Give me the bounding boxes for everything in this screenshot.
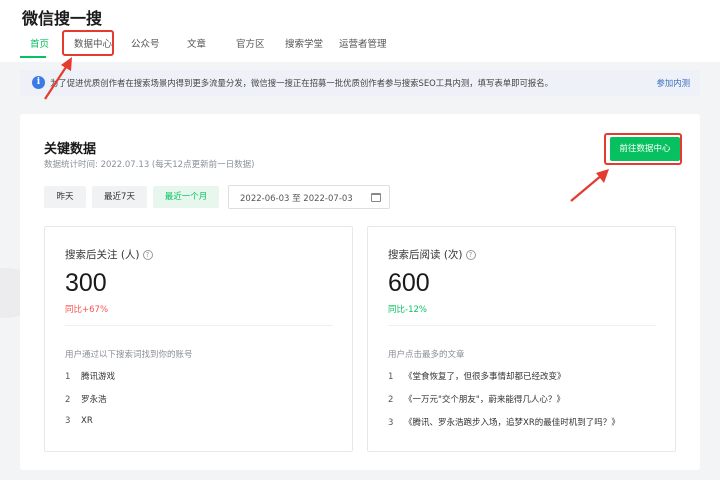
info-icon: i [32, 76, 45, 89]
notice-banner: i 为了促进优质创作者在搜索场景内得到更多流量分发，微信搜一搜正在招募一批优质创… [20, 70, 700, 96]
stat-title: 搜索后阅读 (次)? [388, 247, 476, 262]
divider [388, 325, 656, 326]
list-item-number: 3 [388, 418, 394, 428]
goto-button-highlight [604, 133, 682, 165]
section-title: 关键数据 [44, 142, 97, 157]
range-month-button[interactable]: 最近一个月 [153, 186, 219, 208]
app-title: 微信搜一搜 [22, 9, 103, 28]
tab-search-academy[interactable]: 搜索学堂 [285, 36, 323, 50]
active-tab-indicator [20, 56, 46, 58]
list-item-text: 《一万元"交个朋友"，蔚来能得几人心？》 [404, 395, 565, 405]
notice-text: 为了促进优质创作者在搜索场景内得到更多流量分发，微信搜一搜正在招募一批优质创作者… [50, 78, 553, 88]
stat-title-label: 搜索后关注 (人) [65, 249, 140, 261]
key-data-panel: 关键数据 数据统计时间: 2022.07.13 (每天12点更新前一日数据) 前… [20, 114, 700, 470]
list-item[interactable]: 2 《一万元"交个朋友"，蔚来能得几人心？》 [388, 393, 565, 405]
list-item[interactable]: 1 《堂食恢复了，但很多事情却都已经改变》 [388, 370, 566, 382]
stats-timestamp: 数据统计时间: 2022.07.13 (每天12点更新前一日数据) [44, 160, 255, 170]
read-stat-card: 搜索后阅读 (次)? 600 同比-12% 用户点击最多的文章 1 《堂食恢复了，… [367, 226, 676, 452]
tab-operator-management[interactable]: 运营者管理 [339, 36, 387, 50]
tab-official-zone[interactable]: 官方区 [236, 36, 265, 50]
divider [65, 325, 333, 326]
list-item[interactable]: 1 腾讯游戏 [65, 370, 115, 382]
list-item-number: 2 [388, 395, 394, 405]
stat-value: 600 [388, 269, 430, 297]
list-item-number: 1 [65, 372, 71, 382]
stat-title: 搜索后关注 (人)? [65, 247, 153, 262]
join-beta-link[interactable]: 参加内测 [657, 77, 691, 89]
list-item-number: 2 [65, 395, 71, 405]
data-center-tab-highlight [62, 30, 114, 56]
tab-official-account[interactable]: 公众号 [131, 36, 160, 50]
list-item[interactable]: 3 《腾讯、罗永浩跑步入场，追梦XR的最佳时机到了吗？》 [388, 416, 620, 428]
list-item-text: 腾讯游戏 [81, 372, 116, 382]
follow-stat-card: 搜索后关注 (人)? 300 同比+67% 用户通过以下搜索词找到你的账号 1腾… [44, 226, 353, 452]
stat-change: 同比+67% [65, 305, 109, 315]
list-item-number: 1 [388, 372, 394, 382]
help-icon[interactable]: ? [465, 250, 476, 260]
date-range-text: 2022-06-03 至 2022-07-03 [240, 194, 353, 204]
list-item-text: 罗永浩 [81, 395, 107, 405]
stat-title-label: 搜索后阅读 (次) [388, 249, 463, 261]
calendar-icon [371, 193, 381, 202]
stat-change: 同比-12% [388, 305, 427, 315]
list-item[interactable]: 3 XR [65, 416, 93, 426]
list-item[interactable]: 2 罗永浩 [65, 393, 107, 405]
list-item-text: XR [81, 416, 93, 426]
list-item-number: 3 [65, 416, 71, 426]
tab-home[interactable]: 首页 [30, 36, 49, 50]
list-caption: 用户通过以下搜索词找到你的账号 [65, 350, 193, 360]
stat-value: 300 [65, 269, 107, 297]
date-range-picker[interactable]: 2022-06-03 至 2022-07-03 [228, 185, 390, 209]
list-item-text: 《腾讯、罗永浩跑步入场，追梦XR的最佳时机到了吗？》 [404, 418, 620, 428]
list-item-text: 《堂食恢复了，但很多事情却都已经改变》 [404, 372, 566, 382]
tab-articles[interactable]: 文章 [187, 36, 206, 50]
help-icon[interactable]: ? [142, 250, 153, 260]
range-7days-button[interactable]: 最近7天 [92, 186, 147, 208]
list-caption: 用户点击最多的文章 [388, 350, 465, 360]
range-yesterday-button[interactable]: 昨天 [44, 186, 86, 208]
